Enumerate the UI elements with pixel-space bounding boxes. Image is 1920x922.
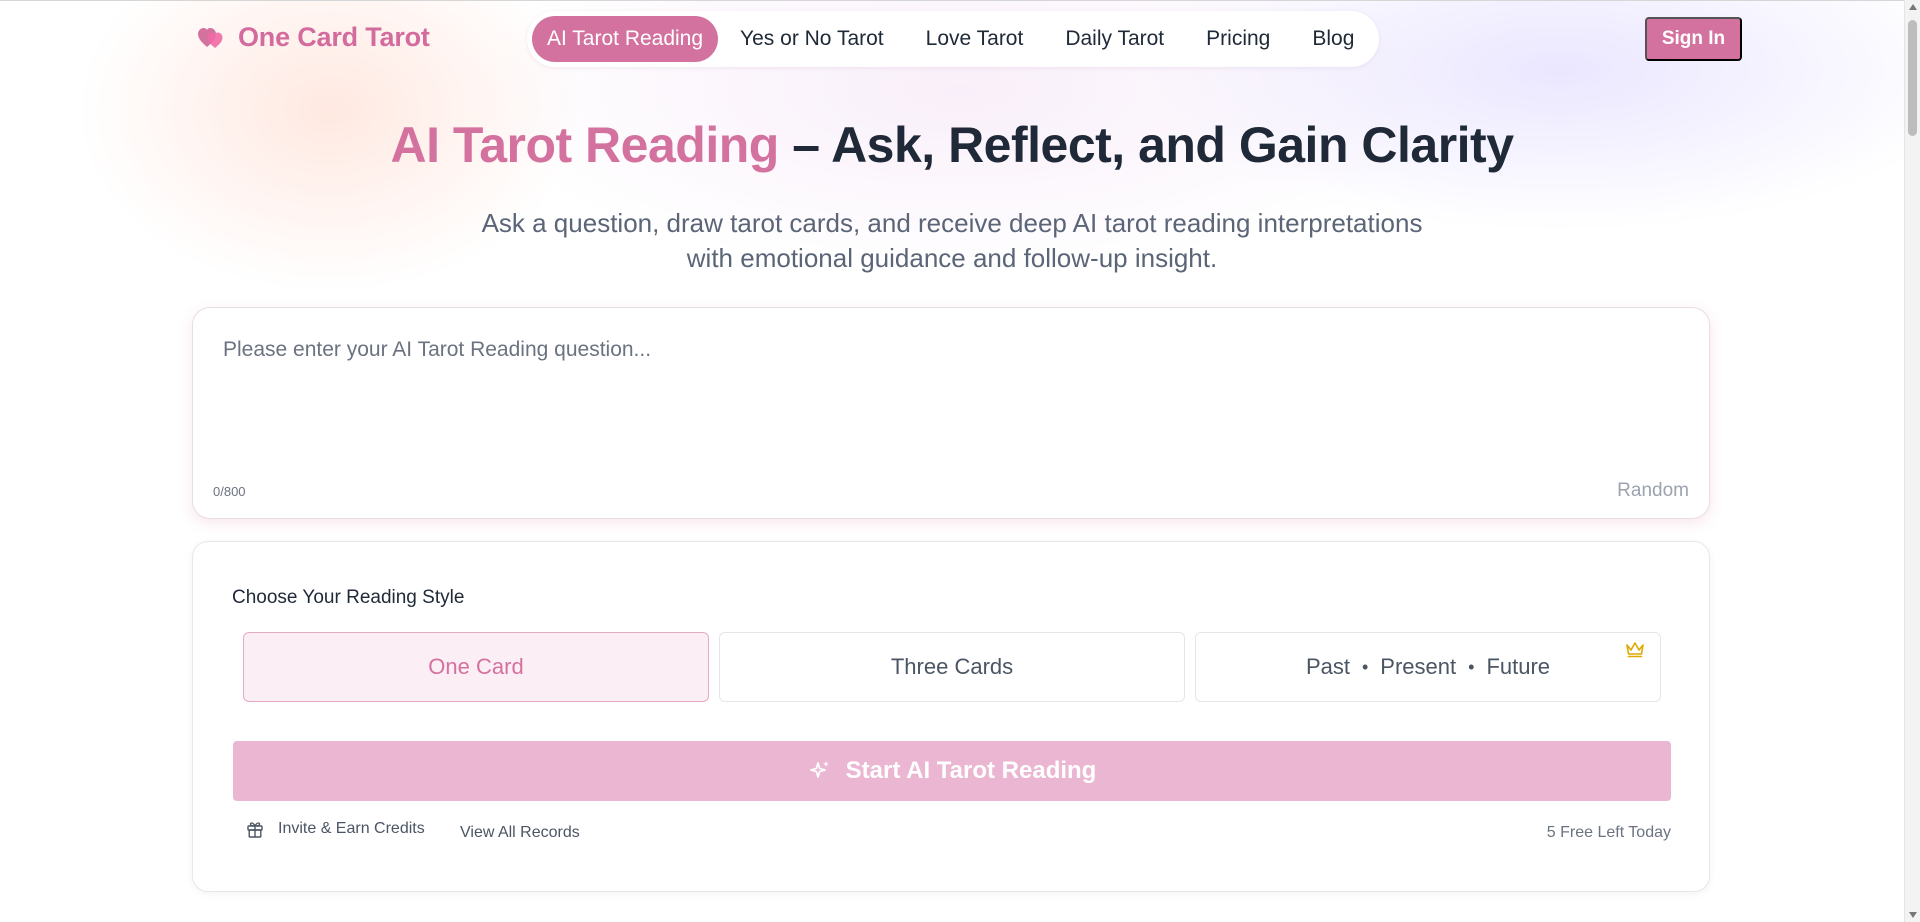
scrollbar-thumb[interactable] — [1908, 20, 1917, 136]
brand-logo-link[interactable]: One Card Tarot — [198, 22, 430, 53]
separator-dot: • — [1468, 656, 1475, 677]
option-past-label: Past — [1305, 654, 1350, 679]
action-footer: Invite & Earn Credits View All Records 5… — [233, 820, 1671, 850]
separator-dot: • — [1361, 656, 1369, 677]
option-three-cards-label: Three Cards — [890, 654, 1014, 679]
nav-item-pricing[interactable]: Pricing — [1186, 16, 1290, 62]
subtitle-line-1: Ask a question, draw tarot cards, and re… — [481, 208, 1423, 238]
scroll-up-arrow-icon[interactable] — [1909, 4, 1917, 10]
nav-item-ai-tarot-reading[interactable]: AI Tarot Reading — [532, 16, 719, 62]
option-present-label: Present — [1380, 654, 1457, 679]
invite-earn-label: Invite & Earn Credits — [278, 820, 425, 837]
view-all-records-link[interactable]: View All Records — [460, 824, 580, 842]
crown-icon — [1626, 642, 1644, 658]
nav-item-love-tarot[interactable]: Love Tarot — [906, 16, 1044, 62]
site-header: One Card Tarot AI Tarot Reading Yes or N… — [0, 10, 1904, 68]
page-title: AI Tarot Reading – Ask, Reflect, and Gai… — [0, 116, 1904, 174]
sparkle-icon — [809, 761, 829, 778]
title-rest: Ask, Reflect, and Gain Clarity — [831, 117, 1514, 173]
option-one-card-label: One Card — [428, 654, 524, 679]
nav-item-yes-or-no-tarot[interactable]: Yes or No Tarot — [720, 16, 904, 62]
reading-style-label: Choose Your Reading Style — [232, 587, 465, 608]
title-dash: – — [778, 117, 832, 173]
free-readings-left: 5 Free Left Today — [1546, 824, 1671, 841]
option-future-label: Future — [1486, 654, 1551, 679]
gift-icon — [247, 822, 263, 838]
title-accent: AI Tarot Reading — [390, 117, 779, 173]
random-question-button[interactable]: Random — [1617, 480, 1689, 502]
main-nav: AI Tarot Reading Yes or No Tarot Love Ta… — [527, 11, 1380, 67]
option-one-card[interactable]: One Card — [243, 632, 709, 702]
start-reading-label: Start AI Tarot Reading — [845, 757, 1097, 784]
hearts-icon — [198, 27, 223, 48]
reading-style-card: Choose Your Reading Style One Card Three… — [192, 541, 1710, 892]
page-scrollbar[interactable] — [1904, 0, 1920, 922]
nav-item-daily-tarot[interactable]: Daily Tarot — [1045, 16, 1184, 62]
nav-item-blog[interactable]: Blog — [1292, 16, 1374, 62]
invite-earn-link[interactable]: Invite & Earn Credits — [246, 820, 425, 838]
brand-name: One Card Tarot — [238, 22, 430, 52]
sign-in-button[interactable]: Sign In — [1645, 17, 1742, 61]
question-input[interactable] — [223, 338, 1673, 458]
option-three-cards[interactable]: Three Cards — [719, 632, 1185, 702]
browser-top-border — [0, 0, 1904, 1]
character-counter: 0/800 — [213, 484, 246, 499]
subtitle-line-2: with emotional guidance and follow-up in… — [686, 243, 1218, 273]
start-reading-button[interactable]: Start AI Tarot Reading — [233, 741, 1671, 801]
question-card: 0/800 Random — [192, 307, 1710, 519]
scroll-down-arrow-icon[interactable] — [1909, 912, 1917, 918]
option-past-present-future[interactable]: Past • Present • Future — [1195, 632, 1661, 702]
page-subtitle: Ask a question, draw tarot cards, and re… — [0, 206, 1904, 276]
